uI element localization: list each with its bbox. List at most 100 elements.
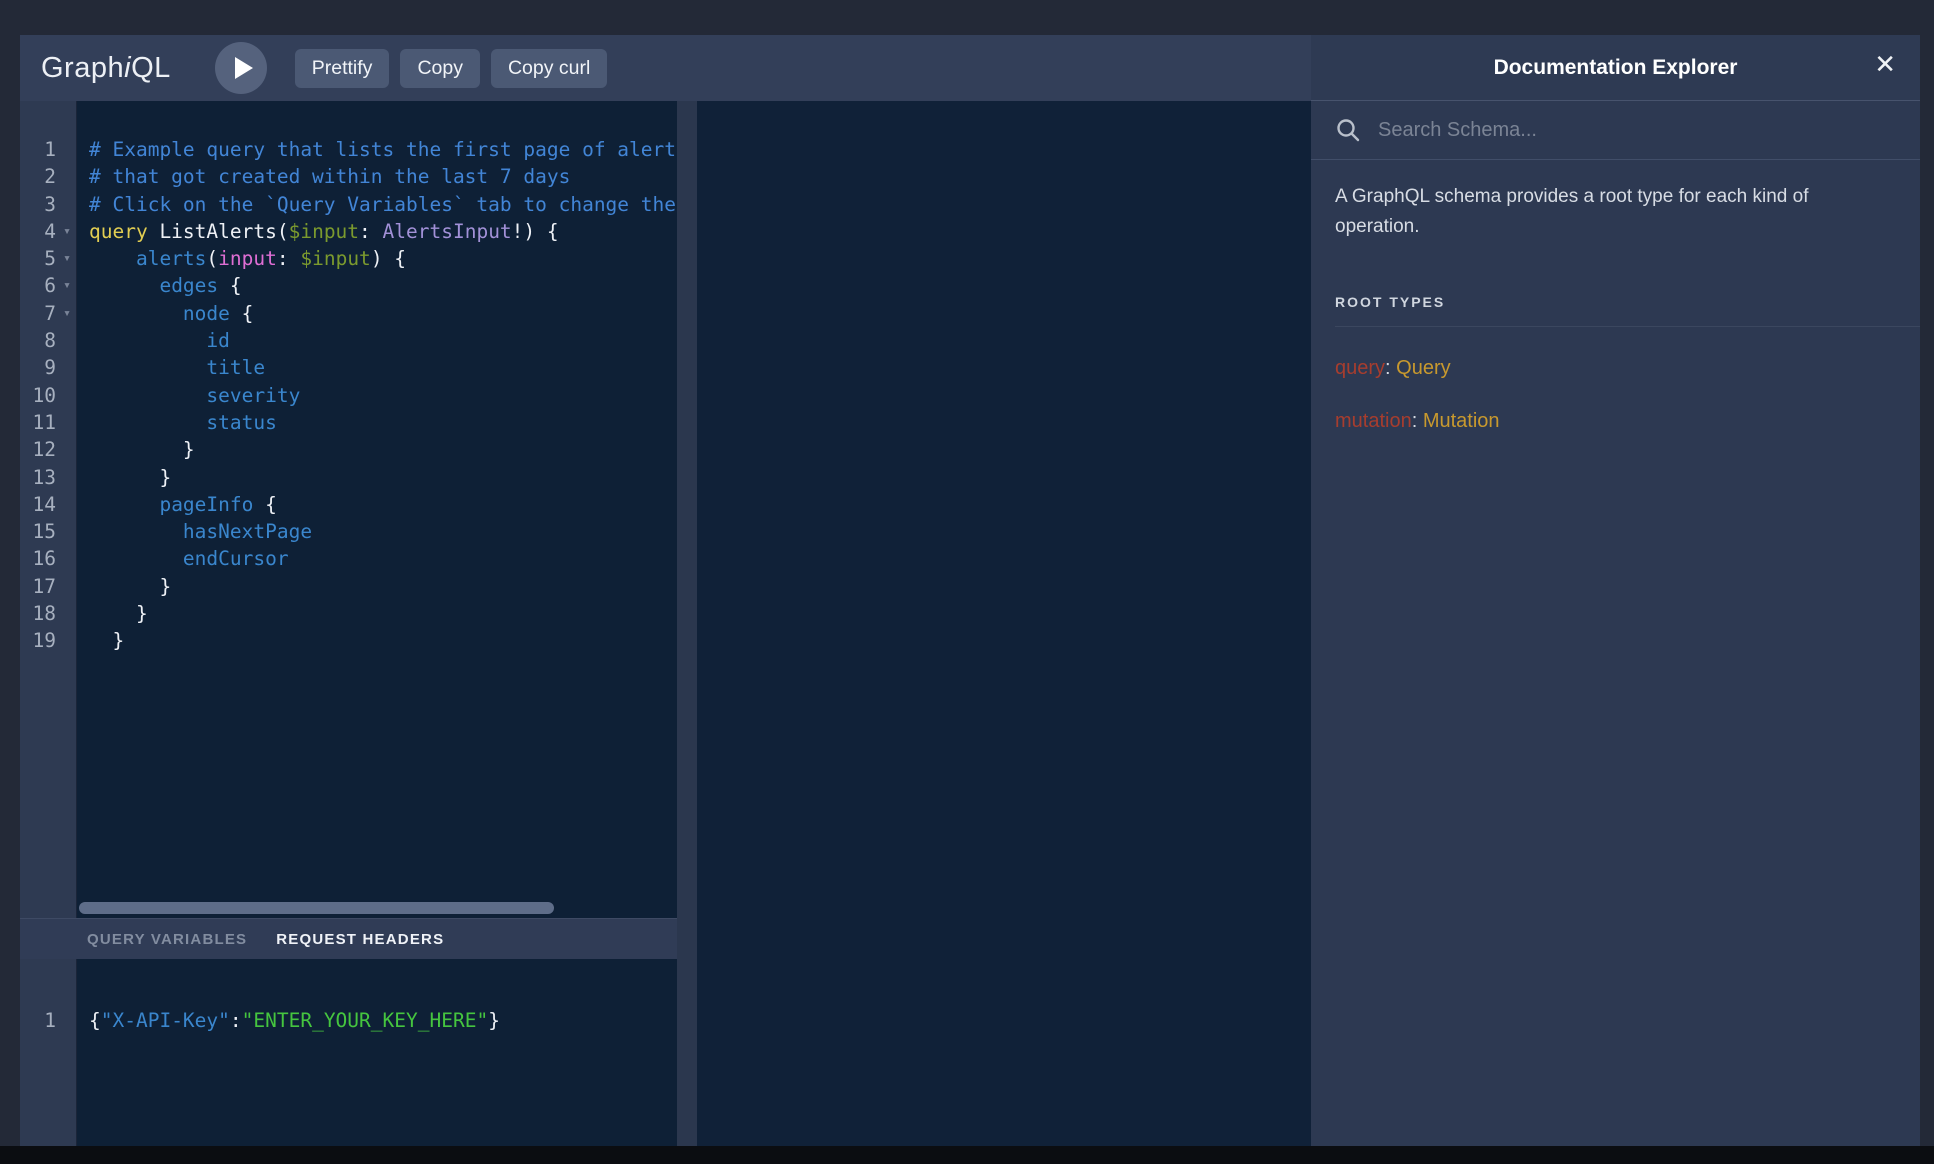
- code-line[interactable]: 7▾ node {: [20, 300, 677, 327]
- code-line[interactable]: 1 {"X-API-Key":"ENTER_YOUR_KEY_HERE"}: [20, 1007, 677, 1034]
- code-line[interactable]: 10 severity: [20, 382, 677, 409]
- code-text: # Example query that lists the first pag…: [78, 136, 677, 163]
- code-line[interactable]: 13 }: [20, 464, 677, 491]
- line-number: 11: [20, 409, 56, 436]
- line-number: 1: [20, 1007, 56, 1034]
- code-line[interactable]: 2 # that got created within the last 7 da…: [20, 163, 677, 190]
- line-number: 6: [20, 272, 56, 299]
- doc-search-row: [1311, 101, 1920, 160]
- line-number: 17: [20, 573, 56, 600]
- logo-text: QL: [131, 52, 171, 84]
- code-text: }: [78, 600, 148, 627]
- code-line[interactable]: 16 endCursor: [20, 545, 677, 572]
- fold-arrow-icon[interactable]: ▾: [56, 218, 78, 245]
- root-type-separator: :: [1412, 410, 1423, 432]
- play-icon: [235, 57, 253, 79]
- code-line[interactable]: 15 hasNextPage: [20, 518, 677, 545]
- code-text: }: [78, 464, 171, 491]
- code-line[interactable]: 3 # Click on the `Query Variables` tab to…: [20, 191, 677, 218]
- section-divider: [1335, 326, 1920, 327]
- line-number: 19: [20, 627, 56, 654]
- fold-arrow-icon[interactable]: ▾: [56, 300, 78, 327]
- line-number: 1: [20, 136, 56, 163]
- line-number: 4: [20, 218, 56, 245]
- doc-explorer-panel: A GraphQL schema provides a root type fo…: [1311, 101, 1920, 1146]
- line-number: 2: [20, 163, 56, 190]
- code-line[interactable]: 6▾ edges {: [20, 272, 677, 299]
- execute-query-button[interactable]: [215, 42, 267, 94]
- code-line[interactable]: 1 # Example query that lists the first pa…: [20, 136, 677, 163]
- tab-request-headers[interactable]: REQUEST HEADERS: [276, 931, 444, 948]
- fold-gutter-spacer: [56, 600, 78, 627]
- root-type-row: mutation: Mutation: [1335, 410, 1896, 433]
- fold-gutter-spacer: [56, 518, 78, 545]
- horizontal-scrollbar[interactable]: [79, 902, 554, 914]
- fold-gutter-spacer: [56, 409, 78, 436]
- secondary-editor-tabs: QUERY VARIABLES REQUEST HEADERS: [20, 918, 677, 959]
- fold-gutter-spacer: [56, 163, 78, 190]
- fold-gutter-spacer: [56, 545, 78, 572]
- root-type-link[interactable]: Query: [1396, 357, 1450, 379]
- code-text: edges {: [78, 272, 242, 299]
- line-number: 18: [20, 600, 56, 627]
- root-type-link[interactable]: Mutation: [1423, 410, 1500, 432]
- fold-gutter-spacer: [56, 627, 78, 654]
- fold-arrow-icon[interactable]: ▾: [56, 272, 78, 299]
- response-pane: [697, 101, 1311, 1146]
- code-text: node {: [78, 300, 253, 327]
- fold-gutter-spacer: [56, 491, 78, 518]
- fold-arrow-icon[interactable]: ▾: [56, 245, 78, 272]
- tab-query-variables[interactable]: QUERY VARIABLES: [87, 931, 247, 948]
- pane-resize-handle[interactable]: [677, 101, 697, 1146]
- code-text: status: [78, 409, 277, 436]
- code-line[interactable]: 19 }: [20, 627, 677, 654]
- toolbar: GraphiQL Prettify Copy Copy curl: [20, 35, 1311, 101]
- code-text: pageInfo {: [78, 491, 277, 518]
- query-editor[interactable]: 1 # Example query that lists the first pa…: [20, 101, 677, 918]
- copy-curl-button[interactable]: Copy curl: [491, 49, 607, 88]
- root-type-row: query: Query: [1335, 357, 1896, 380]
- code-text: title: [78, 354, 265, 381]
- code-text: {"X-API-Key":"ENTER_YOUR_KEY_HERE"}: [78, 1007, 500, 1034]
- line-number: 3: [20, 191, 56, 218]
- code-line[interactable]: 11 status: [20, 409, 677, 436]
- fold-gutter-spacer: [56, 354, 78, 381]
- search-schema-input[interactable]: [1378, 119, 1896, 142]
- logo-text: Graph: [41, 52, 124, 84]
- doc-explorer-title: Documentation Explorer: [1494, 56, 1738, 80]
- line-number: 12: [20, 436, 56, 463]
- code-line[interactable]: 17 }: [20, 573, 677, 600]
- bottom-bar: [0, 1146, 1934, 1164]
- code-line[interactable]: 14 pageInfo {: [20, 491, 677, 518]
- root-type-keyword: query: [1335, 357, 1385, 379]
- fold-gutter-spacer: [56, 1007, 78, 1034]
- code-text: severity: [78, 382, 300, 409]
- code-line[interactable]: 9 title: [20, 354, 677, 381]
- code-text: alerts(input: $input) {: [78, 245, 406, 272]
- code-text: endCursor: [78, 545, 289, 572]
- close-icon[interactable]: ✕: [1874, 52, 1896, 78]
- line-number: 13: [20, 464, 56, 491]
- headers-editor-lines: 1 {"X-API-Key":"ENTER_YOUR_KEY_HERE"}: [20, 1007, 677, 1034]
- line-number: 5: [20, 245, 56, 272]
- code-line[interactable]: 12 }: [20, 436, 677, 463]
- code-line[interactable]: 4▾query ListAlerts($input: AlertsInput!)…: [20, 218, 677, 245]
- root-type-separator: :: [1385, 357, 1396, 379]
- code-text: # Click on the `Query Variables` tab to …: [78, 191, 677, 218]
- request-headers-editor[interactable]: 1 {"X-API-Key":"ENTER_YOUR_KEY_HERE"}: [20, 959, 677, 1146]
- prettify-button[interactable]: Prettify: [295, 49, 390, 88]
- root-types-heading: ROOT TYPES: [1335, 294, 1896, 310]
- fold-gutter-spacer: [56, 464, 78, 491]
- code-line[interactable]: 5▾ alerts(input: $input) {: [20, 245, 677, 272]
- schema-description: A GraphQL schema provides a root type fo…: [1335, 182, 1892, 242]
- line-number: 9: [20, 354, 56, 381]
- line-number: 15: [20, 518, 56, 545]
- root-types-list: query: Query mutation: Mutation: [1311, 357, 1920, 433]
- code-text: # that got created within the last 7 day…: [78, 163, 570, 190]
- graphiql-logo: GraphiQL: [41, 52, 171, 85]
- line-number: 16: [20, 545, 56, 572]
- code-text: }: [78, 627, 124, 654]
- code-line[interactable]: 8 id: [20, 327, 677, 354]
- code-line[interactable]: 18 }: [20, 600, 677, 627]
- copy-button[interactable]: Copy: [400, 49, 480, 88]
